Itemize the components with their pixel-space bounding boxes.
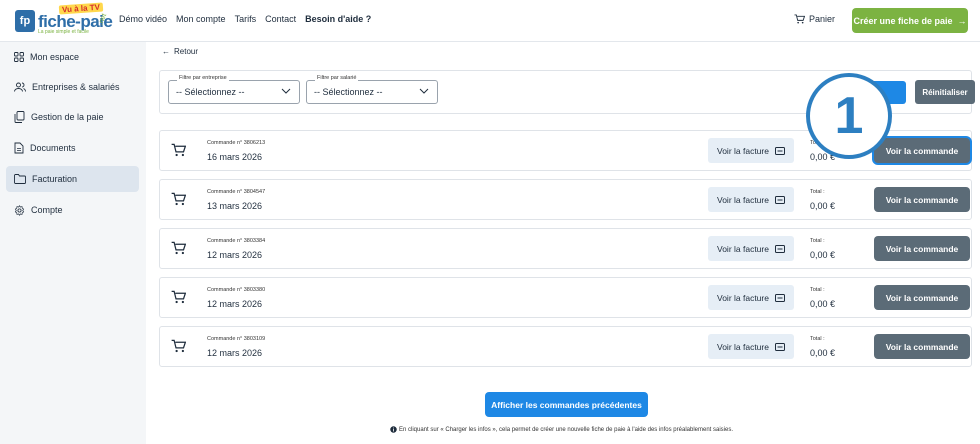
nav-mon-compte[interactable]: Mon compte [176,14,226,24]
order-row: Commande n° 3803384 12 mars 2026 Voir la… [159,228,972,269]
chevron-down-icon [419,88,429,94]
view-order-button[interactable]: Voir la commande [874,187,970,212]
view-invoice-button[interactable]: Voir la facture [708,236,794,261]
view-invoice-label: Voir la facture [717,292,769,303]
total-label: Total : [810,189,825,195]
order-date: 12 mars 2026 [207,348,263,358]
cart-link[interactable]: Panier [794,14,835,24]
order-number: Commande n° 3804547 [207,189,266,195]
total-label: Total : [810,336,825,342]
logo-fp-icon: fp [15,10,35,32]
order-date: 13 mars 2026 [207,201,263,211]
total-label: Total : [810,238,825,244]
folder-icon [14,174,26,184]
view-order-button[interactable]: Voir la commande [874,138,970,163]
order-date: 16 mars 2026 [207,152,263,162]
sidebar-item-label: Facturation [32,174,78,184]
order-total: 0,00 € [810,299,836,309]
view-invoice-button[interactable]: Voir la facture [708,138,794,163]
sidebar-item-label: Gestion de la paie [31,112,104,122]
sidebar-item-compte[interactable]: Compte [6,197,139,223]
nav-demo-video[interactable]: Démo vidéo [119,14,167,24]
show-previous-orders-button[interactable]: Afficher les commandes précédentes [485,392,648,417]
cart-icon [171,192,186,206]
create-payslip-button[interactable]: Créer une fiche de paie → [852,8,968,33]
view-invoice-label: Voir la facture [717,194,769,205]
footnote-text: En cliquant sur « Charger les infos », c… [399,426,734,433]
company-filter-legend: Filtre par entreprise [177,75,229,81]
employee-filter-value: -- Sélectionnez -- [314,87,383,97]
sidebar-item-gestion-paie[interactable]: Gestion de la paie [6,104,139,130]
company-filter-value: -- Sélectionnez -- [176,87,245,97]
sidebar-item-facturation[interactable]: Facturation [6,166,139,192]
sidebar-item-label: Documents [30,143,76,153]
view-invoice-button[interactable]: Voir la facture [708,187,794,212]
main-nav: Démo vidéo Mon compte Tarifs Contact Bes… [119,14,380,24]
employee-filter-legend: Filtre par salarié [315,75,359,81]
total-label: Total : [810,287,825,293]
company-filter-select[interactable]: Filtre par entreprise -- Sélectionnez -- [168,75,300,104]
order-date: 12 mars 2026 [207,299,263,309]
order-number: Commande n° 3803384 [207,238,266,244]
invoice-icon [774,342,785,351]
top-header: fp fiche-paie Vu à la TV .net La paie si… [0,0,980,42]
view-order-button[interactable]: Voir la commande [874,285,970,310]
cart-icon [171,339,186,353]
invoice-icon [774,244,785,253]
nav-contact[interactable]: Contact [265,14,296,24]
cart-label: Panier [809,14,836,24]
employee-filter-select[interactable]: Filtre par salarié -- Sélectionnez -- [306,75,438,104]
logo[interactable]: fp fiche-paie Vu à la TV .net La paie si… [15,2,115,38]
cart-icon [171,241,186,255]
gear-icon [14,204,25,216]
view-order-button[interactable]: Voir la commande [874,236,970,261]
chevron-down-icon [281,88,291,94]
order-number: Commande n° 3806213 [207,140,266,146]
reset-button[interactable]: Réinitialiser [915,80,975,104]
logo-tagline: La paie simple et facile [38,29,89,35]
cart-icon [171,290,186,304]
nav-besoin-aide[interactable]: Besoin d'aide ? [305,14,371,24]
view-invoice-button[interactable]: Voir la facture [708,285,794,310]
sidebar: Mon espace Entreprises & salariés Gestio… [0,42,146,444]
view-invoice-label: Voir la facture [717,243,769,254]
grid-icon [14,52,24,62]
order-date: 12 mars 2026 [207,250,263,260]
cart-icon [171,143,186,157]
order-number: Commande n° 3803109 [207,336,266,342]
step-number-badge: 1 [806,73,892,159]
document-icon [14,142,24,154]
invoice-icon [774,146,785,155]
order-row: Commande n° 3804547 13 mars 2026 Voir la… [159,179,972,220]
sidebar-item-label: Mon espace [30,52,80,62]
arrow-left-icon: ← [162,47,170,56]
view-invoice-label: Voir la facture [717,145,769,156]
sidebar-item-label: Entreprises & salariés [32,82,120,92]
back-label: Retour [174,47,199,56]
view-invoice-button[interactable]: Voir la facture [708,334,794,359]
footnote: En cliquant sur « Charger les infos », c… [390,426,733,433]
sidebar-item-documents[interactable]: Documents [6,135,139,161]
users-icon [14,82,26,92]
order-row: Commande n° 3803380 12 mars 2026 Voir la… [159,277,972,318]
order-number: Commande n° 3803380 [207,287,266,293]
cart-icon [794,14,805,24]
view-order-button[interactable]: Voir la commande [874,334,970,359]
create-payslip-label: Créer une fiche de paie [853,15,953,26]
invoice-icon [774,293,785,302]
documents-icon [14,111,25,123]
sidebar-item-label: Compte [31,205,63,215]
back-link[interactable]: ← Retour [162,47,198,56]
order-total: 0,00 € [810,201,836,211]
view-invoice-label: Voir la facture [717,341,769,352]
arrow-right-icon: → [957,15,967,26]
sidebar-item-mon-espace[interactable]: Mon espace [6,44,139,70]
sidebar-item-entreprises[interactable]: Entreprises & salariés [6,74,139,100]
info-icon [390,426,397,433]
order-row: Commande n° 3803109 12 mars 2026 Voir la… [159,326,972,367]
nav-tarifs[interactable]: Tarifs [235,14,257,24]
order-total: 0,00 € [810,348,836,358]
invoice-icon [774,195,785,204]
order-total: 0,00 € [810,250,836,260]
